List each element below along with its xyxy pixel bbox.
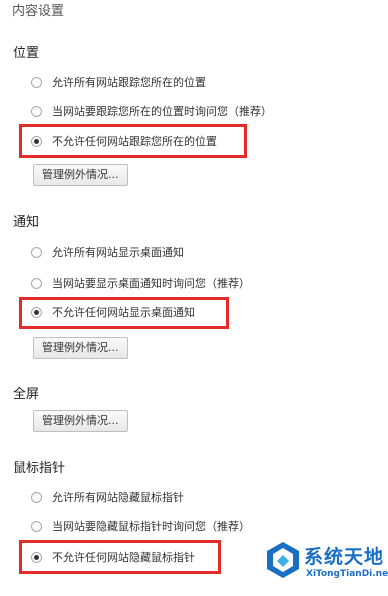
radio-label: 当网站要隐藏鼠标指针时询问您（推荐）: [52, 520, 250, 533]
radio-label: 不允许任何网站显示桌面通知: [52, 306, 195, 319]
location-option-block[interactable]: 不允许任何网站跟踪您所在的位置: [31, 131, 217, 151]
page-title: 内容设置: [12, 4, 65, 19]
manage-exceptions-button[interactable]: 管理例外情况...: [33, 337, 128, 359]
pointer-option-allow[interactable]: 允许所有网站隐藏鼠标指针: [31, 487, 184, 507]
manage-exceptions-button[interactable]: 管理例外情况...: [33, 410, 128, 432]
location-option-ask[interactable]: 当网站要跟踪您所在的位置时询问您（推荐）: [31, 101, 272, 121]
manage-exceptions-button[interactable]: 管理例外情况...: [33, 164, 128, 186]
radio-button[interactable]: [31, 76, 42, 88]
section-title-location: 位置: [13, 46, 40, 61]
radio-button[interactable]: [31, 520, 42, 532]
pointer-option-ask[interactable]: 当网站要隐藏鼠标指针时询问您（推荐）: [31, 516, 250, 536]
radio-button[interactable]: [31, 105, 42, 117]
radio-label: 允许所有网站显示桌面通知: [52, 246, 184, 259]
section-title-mouse-pointer: 鼠标指针: [13, 461, 66, 476]
section-title-notifications: 通知: [13, 215, 40, 230]
watermark-logo-icon: [267, 542, 299, 578]
radio-label: 不允许任何网站跟踪您所在的位置: [52, 135, 217, 148]
radio-label: 不允许任何网站隐藏鼠标指针: [52, 551, 195, 564]
radio-button[interactable]: [31, 246, 42, 258]
watermark-subtitle: XiTongTianDi.net: [306, 569, 388, 579]
notifications-option-allow[interactable]: 允许所有网站显示桌面通知: [31, 242, 184, 262]
radio-button-selected[interactable]: [31, 306, 42, 318]
radio-label: 当网站要跟踪您所在的位置时询问您（推荐）: [52, 105, 272, 118]
notifications-option-ask[interactable]: 当网站要显示桌面通知时询问您（推荐）: [31, 273, 250, 293]
radio-button[interactable]: [31, 491, 42, 503]
watermark: 系统天地 XiTongTianDi.net: [264, 538, 388, 594]
pointer-option-block[interactable]: 不允许任何网站隐藏鼠标指针: [31, 547, 195, 567]
radio-label: 当网站要显示桌面通知时询问您（推荐）: [52, 277, 250, 290]
radio-button[interactable]: [31, 277, 42, 289]
radio-label: 允许所有网站隐藏鼠标指针: [52, 491, 184, 504]
radio-button-selected[interactable]: [31, 551, 42, 563]
radio-button-selected[interactable]: [31, 135, 42, 147]
location-option-allow[interactable]: 允许所有网站跟踪您所在的位置: [31, 72, 206, 92]
section-title-fullscreen: 全屏: [13, 387, 40, 402]
watermark-title: 系统天地: [304, 546, 385, 568]
radio-label: 允许所有网站跟踪您所在的位置: [52, 76, 206, 89]
notifications-option-block[interactable]: 不允许任何网站显示桌面通知: [31, 302, 195, 322]
